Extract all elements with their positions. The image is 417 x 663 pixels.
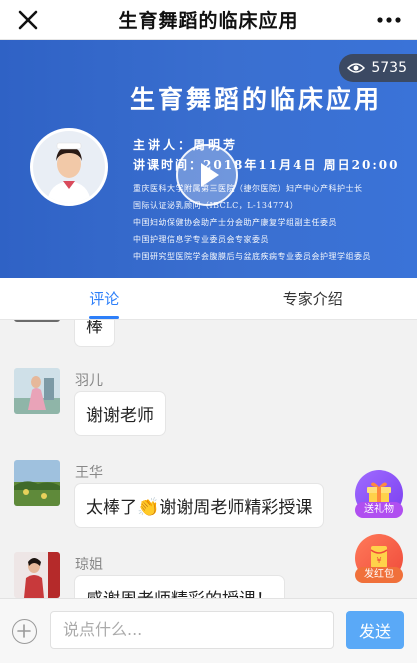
comment-text: 谢谢周老师精彩授课 — [159, 498, 313, 518]
comment-bubble: 谢谢老师 — [75, 392, 165, 435]
tab-comments[interactable]: 评论 — [0, 278, 209, 319]
add-button[interactable] — [12, 619, 37, 644]
avatar-photo — [14, 460, 60, 506]
commenter-name: 琼姐 — [75, 557, 103, 573]
red-packet-label[interactable]: 发红包 — [355, 567, 403, 583]
bio-line: 重庆医科大学附属第三医院（捷尔医院）妇产中心产科护士长 — [133, 184, 363, 193]
comment-text: 谢谢老师 — [86, 406, 154, 426]
time-line: 讲课时间：2018年11月4日 周日20:00 — [133, 158, 400, 172]
svg-text:¥: ¥ — [376, 556, 381, 565]
comment-text: 感谢周老师精彩的授课！ — [86, 590, 273, 598]
more-icon[interactable] — [375, 8, 403, 32]
top-bar: 生育舞蹈的临床应用 — [0, 0, 417, 40]
video-banner[interactable]: 生育舞蹈的临床应用 5735 主讲人：周明芳 讲课时间：2018年11月4日 周… — [0, 40, 417, 278]
avatar-photo — [14, 552, 60, 598]
avatar — [14, 320, 60, 322]
send-button[interactable]: 发送 — [346, 611, 404, 649]
tab-expert-intro[interactable]: 专家介绍 — [209, 278, 417, 319]
avatar — [14, 460, 60, 506]
comment-input-bar: 说点什么... 发送 — [0, 598, 417, 663]
avatar — [14, 552, 60, 598]
avatar-photo — [14, 368, 60, 414]
bio-line: 中国研究型医院学会腹膜后与盆底疾病专业委员会护理学组委员 — [133, 252, 371, 261]
comment-input[interactable]: 说点什么... — [50, 611, 334, 649]
commenter-name: 王华 — [75, 465, 103, 481]
commenter-name: 羽儿 — [75, 373, 103, 389]
view-count: 5735 — [371, 60, 407, 76]
bio-line: 中国妇幼保健协会助产士分会助产康复学组副主任委员 — [133, 218, 337, 227]
close-icon[interactable] — [14, 6, 42, 34]
avatar — [14, 368, 60, 414]
speaker-avatar — [30, 128, 108, 206]
comment-text: 太棒了 — [86, 498, 137, 518]
banner-title: 生育舞蹈的临床应用 — [130, 85, 383, 114]
comment-list[interactable]: 棒 羽儿 谢谢老师 王华 太棒了👏谢谢周老师精彩授课 琼姐 送礼物 ¥ 发红包 — [0, 320, 417, 598]
tab-bar: 评论 专家介绍 — [0, 278, 417, 320]
comment-bubble: 太棒了👏谢谢周老师精彩授课 — [75, 484, 324, 527]
comment-bubble: 感谢周老师精彩的授课！ — [75, 576, 284, 598]
play-icon — [201, 163, 219, 187]
gift-label[interactable]: 送礼物 — [355, 502, 403, 518]
eye-icon — [347, 63, 366, 73]
page-title: 生育舞蹈的临床应用 — [118, 10, 299, 32]
play-button[interactable] — [176, 144, 238, 206]
comment-text: 棒 — [86, 320, 103, 337]
comment-bubble: 棒 — [75, 320, 114, 346]
bio-line: 中国护理信息学专业委员会专家委员 — [133, 235, 269, 244]
speaker-photo — [33, 131, 105, 203]
plus-icon — [17, 624, 31, 638]
view-count-badge: 5735 — [339, 54, 417, 82]
clap-emoji-icon: 👏 — [137, 497, 160, 518]
app-root: 生育舞蹈的临床应用 生育舞蹈的临床应用 5735 主讲人：周明芳 讲课时间：20… — [0, 0, 417, 663]
